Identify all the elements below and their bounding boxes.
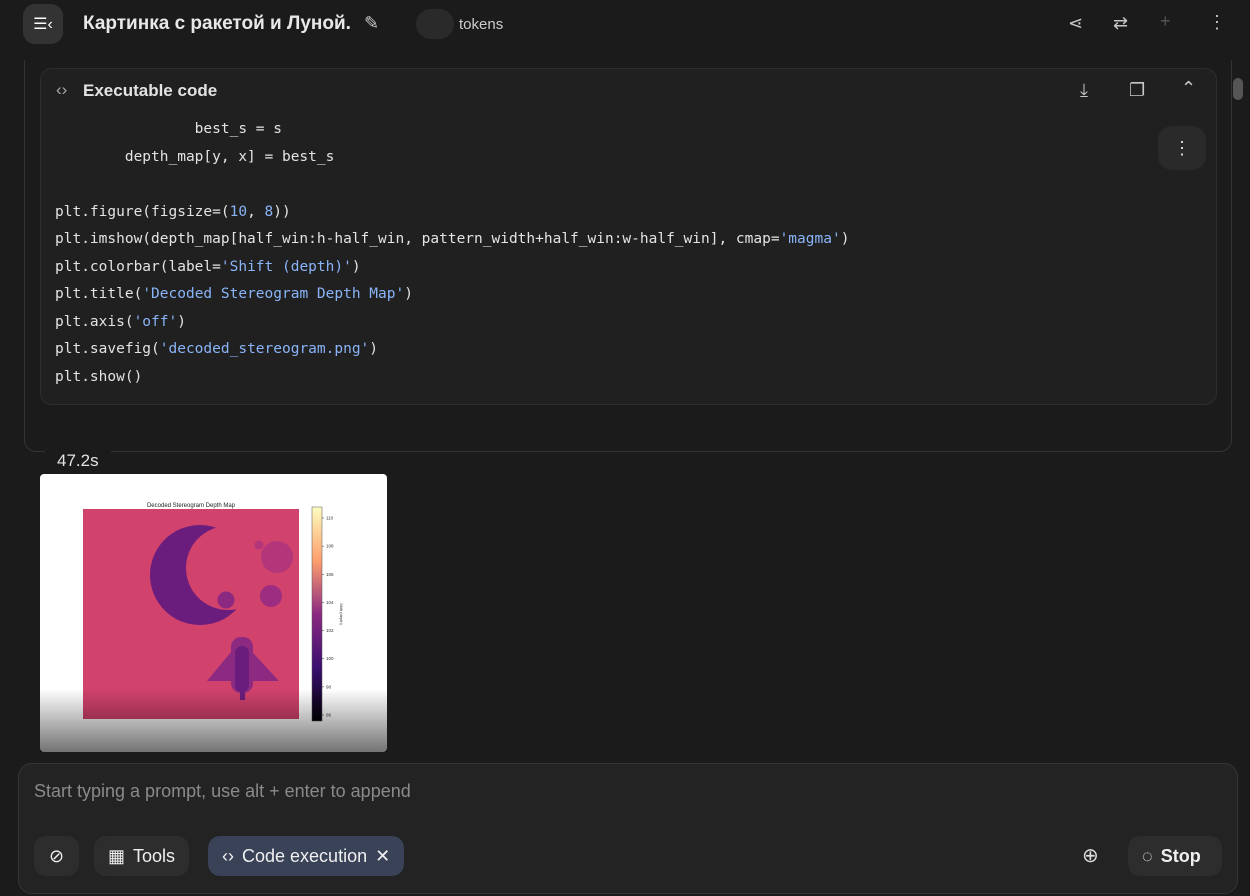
rocket-body (235, 646, 249, 692)
token-count-badge (416, 9, 454, 39)
edit-title-icon[interactable]: ✎ (364, 13, 379, 34)
code-line: plt.imshow(depth_map[half_win:h-half_win… (55, 231, 850, 247)
page-title: Картинка с ракетой и Луной. (83, 13, 351, 34)
figure-title: Decoded Stereogram Depth Map (147, 503, 236, 509)
planet-shape (254, 540, 264, 550)
close-icon[interactable]: ✕ (375, 846, 390, 867)
planet-shape (217, 591, 235, 609)
share-icon[interactable]: ⋖ (1068, 13, 1083, 34)
code-line: plt.figure(figsize=(10, 8)) (55, 203, 291, 220)
grid-icon: ▦ (108, 845, 126, 866)
stop-label: Stop (1160, 845, 1201, 866)
execution-duration: 47.2s (45, 451, 111, 471)
code-line: plt.axis('off') (55, 313, 186, 330)
copy-icon[interactable]: ❐ (1129, 80, 1145, 101)
code-icon: ‹› (56, 80, 68, 99)
colorbar-tick-label: 98 (326, 684, 332, 689)
stop-button[interactable]: ◌ Stop (1128, 836, 1222, 876)
planet-shape (261, 541, 293, 573)
code-block-label: Executable code (83, 81, 218, 100)
hide-button[interactable]: ⊘ (34, 836, 79, 876)
colorbar-tick-label: 104 (326, 600, 334, 605)
download-icon[interactable]: ⤓ (1080, 80, 1088, 101)
code-more-button[interactable]: ⋮ (1158, 126, 1206, 170)
eye-off-icon: ⊘ (48, 845, 65, 866)
code-content: best_s = s depth_map[y, x] = best_s plt.f… (55, 116, 849, 391)
code-line: plt.show() (55, 368, 143, 385)
planet-shape (260, 585, 282, 607)
code-execution-chip[interactable]: ‹› Code execution ✕ (208, 836, 405, 876)
collapse-icon[interactable]: ⌃ (1181, 78, 1196, 99)
colorbar-tick-label: 108 (326, 544, 334, 549)
code-line: best_s = s (55, 121, 282, 137)
colorbar-tick-label: 100 (326, 656, 334, 661)
colorbar-label: Shift (depth) (339, 603, 344, 625)
compare-icon[interactable]: ⇄ (1113, 13, 1128, 34)
code-line: plt.colorbar(label='Shift (depth)') (55, 258, 361, 275)
tools-label: Tools (133, 845, 176, 866)
colorbar-tick-label: 102 (326, 628, 334, 633)
more-options-icon[interactable]: ⋮ (1208, 12, 1226, 33)
output-figure[interactable]: Decoded Stereogram Depth Map 110 108 106 10… (40, 474, 387, 752)
colorbar (311, 506, 323, 722)
add-icon[interactable]: ⊕ (1082, 843, 1099, 868)
moon-shape (150, 525, 250, 625)
code-icon: ‹› (222, 845, 234, 866)
colorbar-tick-label: 106 (326, 572, 334, 577)
new-chat-icon[interactable]: + (1160, 11, 1171, 32)
colorbar-tick-label: 110 (326, 516, 334, 521)
code-line: depth_map[y, x] = best_s (55, 148, 335, 165)
scrollbar-thumb[interactable] (1233, 78, 1243, 100)
tokens-label: tokens (459, 16, 504, 33)
prompt-input[interactable] (34, 778, 1214, 804)
code-line: plt.savefig('decoded_stereogram.png') (55, 341, 379, 357)
spinner-icon: ◌ (1142, 845, 1153, 866)
tools-button[interactable]: ▦ Tools (94, 836, 190, 876)
menu-collapse-icon: ☰‹ (33, 16, 53, 33)
toggle-sidebar-button[interactable]: ☰‹ (23, 4, 63, 44)
code-execution-label: Code execution (242, 845, 368, 866)
code-line: plt.title('Decoded Stereogram Depth Map'… (55, 286, 413, 302)
